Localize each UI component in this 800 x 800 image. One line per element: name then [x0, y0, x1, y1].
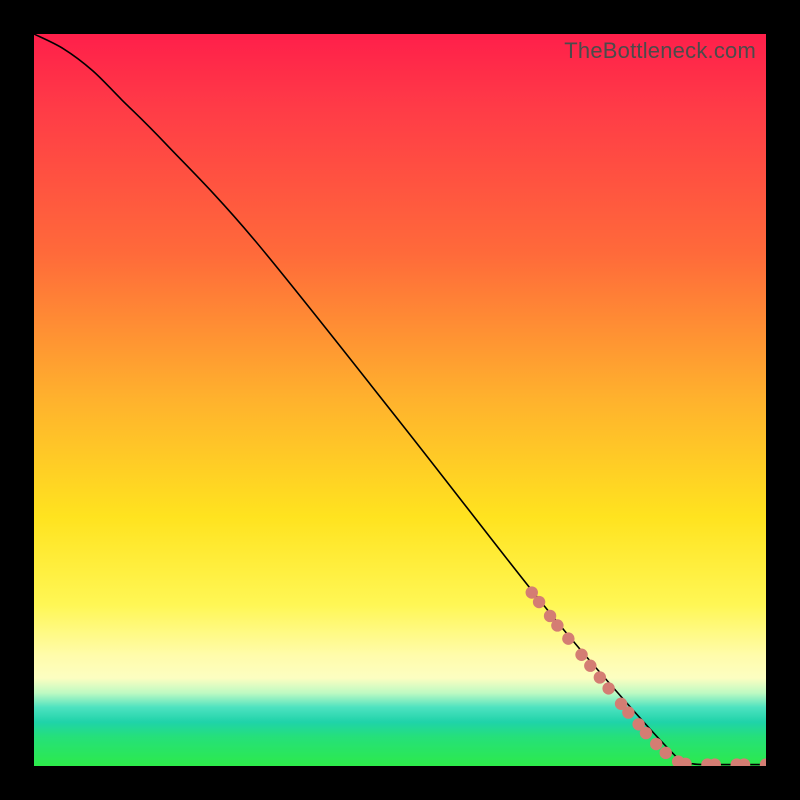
- marker-dot: [760, 758, 766, 766]
- marker-dot: [575, 649, 587, 661]
- marker-dot: [660, 747, 672, 759]
- highlight-markers: [526, 586, 766, 766]
- marker-dot: [562, 632, 574, 644]
- marker-dot: [640, 727, 652, 739]
- marker-dot: [551, 619, 563, 631]
- marker-dot: [602, 682, 614, 694]
- marker-dot: [594, 671, 606, 683]
- marker-dot: [622, 706, 634, 718]
- chart-stage: TheBottleneck.com: [0, 0, 800, 800]
- marker-dot: [584, 660, 596, 672]
- bottleneck-curve: [34, 34, 766, 766]
- plot-area: TheBottleneck.com: [34, 34, 766, 766]
- marker-dot: [650, 738, 662, 750]
- chart-svg: [34, 34, 766, 766]
- marker-dot: [533, 596, 545, 608]
